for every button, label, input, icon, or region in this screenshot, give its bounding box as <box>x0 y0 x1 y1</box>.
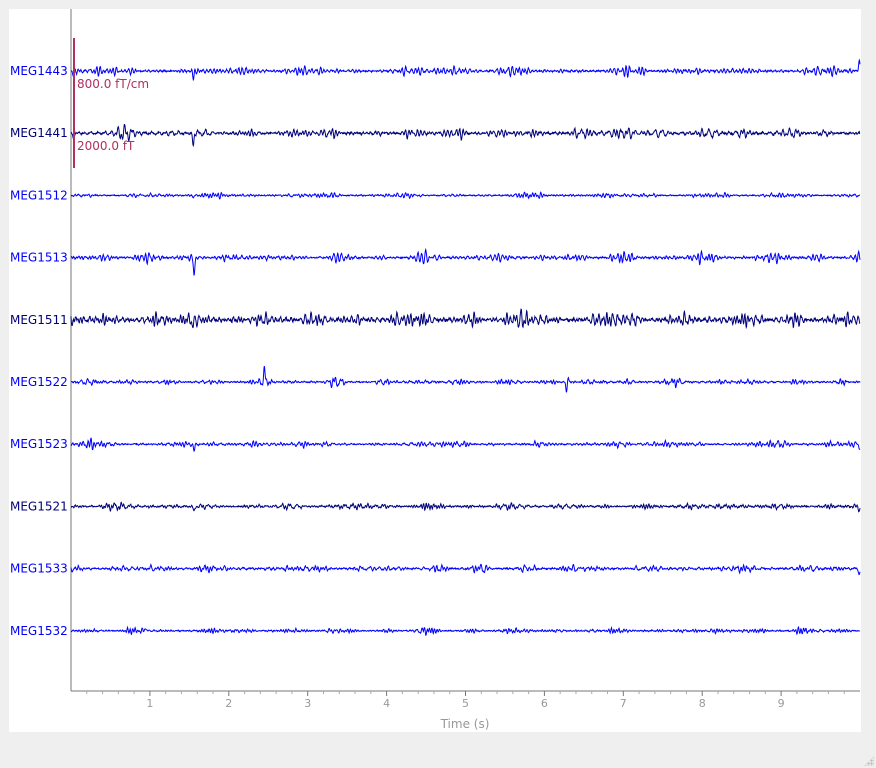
scale-bar-label: 2000.0 fT <box>77 139 135 153</box>
channel-label-meg1522[interactable]: MEG1522 <box>10 375 68 389</box>
x-tick-label: 4 <box>383 697 390 710</box>
axes <box>70 9 860 692</box>
trace-meg1511 <box>70 308 861 330</box>
trace-meg1532 <box>70 625 861 636</box>
resize-grip-icon[interactable] <box>864 756 874 766</box>
scale-bars: 800.0 fT/cm 2000.0 fT <box>73 38 149 168</box>
trace-meg1443 <box>70 58 861 82</box>
x-tick-label: 5 <box>462 697 469 710</box>
plot-panel[interactable]: 123456789 MEG1443 MEG1441 MEG1512 MEG1513 ME… <box>9 9 861 732</box>
scale-bar-label: 800.0 fT/cm <box>77 77 149 91</box>
channel-label-meg1512[interactable]: MEG1512 <box>10 188 68 202</box>
x-tick-label: 1 <box>146 697 153 710</box>
trace-meg1441 <box>70 123 861 148</box>
trace-meg1522 <box>70 365 861 393</box>
traces <box>70 58 861 636</box>
raw-traces-chart[interactable]: 123456789 MEG1443MEG1441MEG1512MEG1513ME… <box>9 9 861 732</box>
channel-label-meg1533[interactable]: MEG1533 <box>10 562 68 576</box>
x-tick-label: 7 <box>620 697 627 710</box>
x-tick-label: 3 <box>304 697 311 710</box>
trace-meg1513 <box>70 247 861 276</box>
x-axis-label: Time (s) <box>440 717 490 731</box>
channel-label-meg1443[interactable]: MEG1443 <box>10 64 68 78</box>
x-tick-label: 2 <box>225 697 232 710</box>
channel-labels[interactable]: MEG1443 MEG1441 MEG1512 MEG1513 MEG1511 MEG15… <box>10 64 68 638</box>
x-tick-label: 8 <box>699 697 706 710</box>
channel-label-meg1521[interactable]: MEG1521 <box>10 499 68 513</box>
channel-label-meg1441[interactable]: MEG1441 <box>10 126 68 140</box>
channel-label-meg1532[interactable]: MEG1532 <box>10 624 68 638</box>
trace-meg1533 <box>70 563 861 576</box>
channel-label-meg1511[interactable]: MEG1511 <box>10 313 68 327</box>
trace-meg1521 <box>70 501 861 513</box>
x-ticks: 1 2 3 4 5 6 7 8 9 <box>86 691 845 710</box>
trace-meg1512 <box>70 191 861 200</box>
x-tick-label: 6 <box>541 697 548 710</box>
x-tick-label: 9 <box>778 697 785 710</box>
trace-meg1523 <box>70 437 861 452</box>
channel-label-meg1513[interactable]: MEG1513 <box>10 251 68 265</box>
channel-label-meg1523[interactable]: MEG1523 <box>10 437 68 451</box>
